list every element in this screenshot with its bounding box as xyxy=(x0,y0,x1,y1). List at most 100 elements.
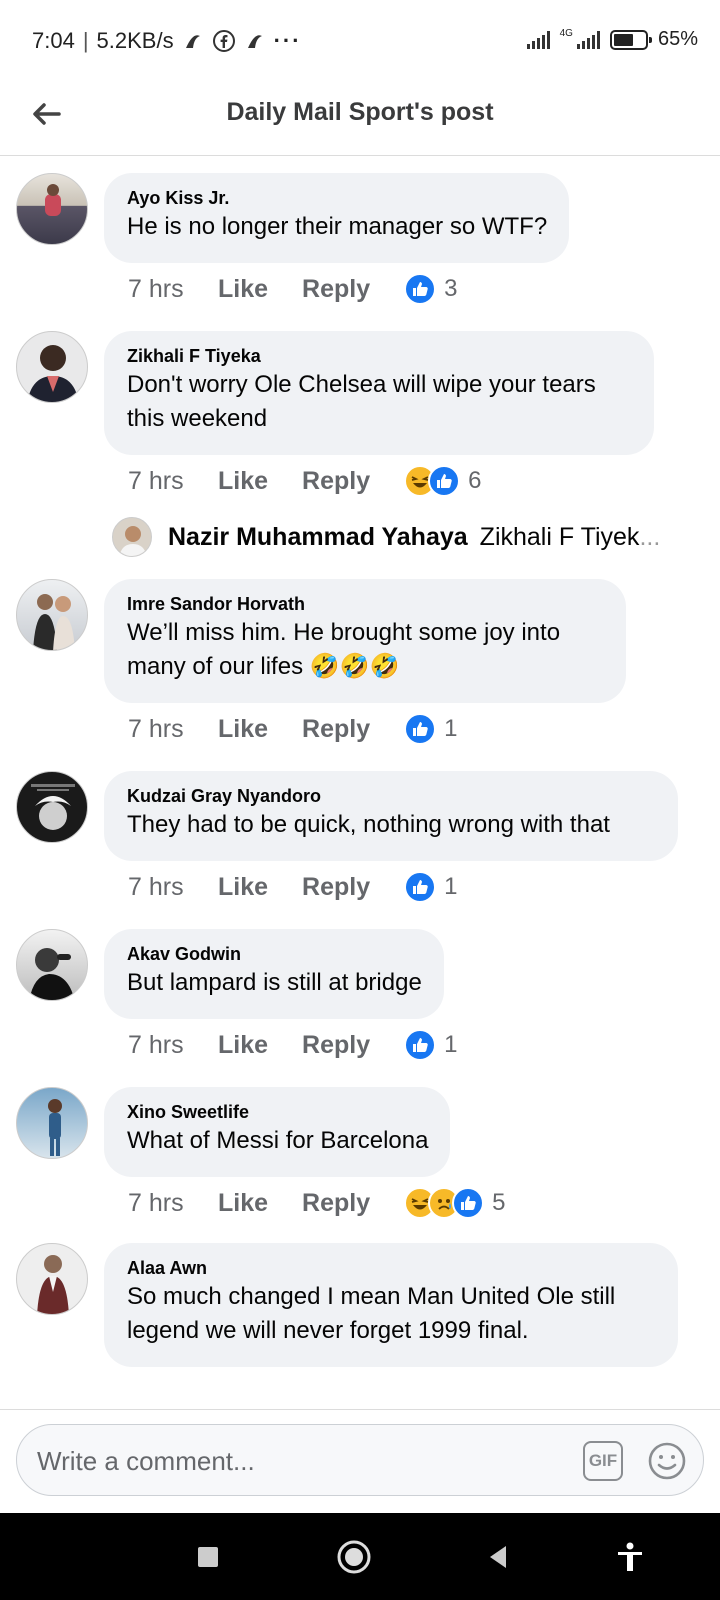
comment-bubble[interactable]: Alaa Awn So much changed I mean Man Unit… xyxy=(104,1243,678,1367)
reply-button[interactable]: Reply xyxy=(302,715,370,744)
header: Daily Mail Sport's post xyxy=(0,84,720,156)
reply-button[interactable]: Reply xyxy=(302,1189,370,1218)
reaction-count: 5 xyxy=(492,1189,506,1216)
avatar[interactable] xyxy=(16,173,88,245)
comment-meta: 7 hrs Like Reply 1 xyxy=(128,713,457,745)
comment-input-container[interactable]: GIF xyxy=(16,1424,704,1496)
comment-time[interactable]: 7 hrs xyxy=(128,715,218,744)
notification-app-icon xyxy=(185,35,200,48)
reaction-count: 3 xyxy=(444,275,458,302)
avatar[interactable] xyxy=(16,331,88,403)
circle-icon xyxy=(337,1540,371,1574)
comment-bubble[interactable]: Xino Sweetlife What of Messi for Barcelo… xyxy=(104,1087,451,1177)
reply-author: Nazir Muhammad Yahaya xyxy=(168,522,468,551)
like-reaction-icon xyxy=(428,465,461,497)
comment-text: They had to be quick, nothing wrong with… xyxy=(127,811,610,838)
comment-text: We’ll miss him. He brought some joy into… xyxy=(127,619,561,680)
comment-author[interactable]: Imre Sandor Horvath xyxy=(127,592,604,616)
more-notifications-icon: ··· xyxy=(273,28,302,53)
system-nav-bar xyxy=(0,1513,720,1600)
avatar[interactable] xyxy=(16,771,88,843)
network-type: 4G xyxy=(559,27,573,39)
comment-time[interactable]: 7 hrs xyxy=(128,467,218,496)
comment-author[interactable]: Kudzai Gray Nyandoro xyxy=(127,784,656,808)
reactions[interactable]: 3 xyxy=(404,273,457,305)
reaction-count: 6 xyxy=(468,467,482,494)
like-button[interactable]: Like xyxy=(218,275,268,304)
reply-button[interactable]: Reply xyxy=(302,275,370,304)
comment-meta: 7 hrs Like Reply 1 xyxy=(128,871,457,903)
battery-icon xyxy=(609,29,652,50)
comment-input[interactable] xyxy=(37,1439,557,1483)
comment-meta: 7 hrs Like Reply 5 xyxy=(128,1187,505,1219)
comment-bubble[interactable]: Zikhali F Tiyeka Don't worry Ole Chelsea… xyxy=(104,331,654,455)
comment-bubble[interactable]: Akav Godwin But lampard is still at brid… xyxy=(104,929,444,1019)
like-reaction-icon xyxy=(404,713,437,745)
back-nav-button[interactable] xyxy=(476,1535,520,1579)
notification-app-icon-2 xyxy=(247,35,262,48)
like-button[interactable]: Like xyxy=(218,467,268,496)
like-reaction-icon xyxy=(404,1029,437,1061)
comment-meta: 7 hrs Like Reply 3 xyxy=(128,273,457,305)
avatar[interactable] xyxy=(16,1087,88,1159)
reactions[interactable]: 1 xyxy=(404,1029,457,1061)
reply-avatar xyxy=(112,517,152,557)
status-left: 7:04 | 5.2KB/s ··· xyxy=(32,28,302,53)
recent-apps-button[interactable] xyxy=(186,1535,230,1579)
reply-preview[interactable]: Nazir Muhammad Yahaya Zikhali F Tiyek... xyxy=(112,517,660,557)
comment-author[interactable]: Akav Godwin xyxy=(127,942,422,966)
gif-button[interactable]: GIF xyxy=(583,1441,623,1481)
comment-composer: GIF xyxy=(0,1409,720,1513)
reactions[interactable]: 5 xyxy=(404,1187,505,1219)
like-reaction-icon xyxy=(404,871,437,903)
facebook-notification-icon xyxy=(212,30,235,52)
gif-label: GIF xyxy=(588,1451,618,1470)
page-title: Daily Mail Sport's post xyxy=(226,98,494,126)
reactions[interactable]: 1 xyxy=(404,713,457,745)
avatar[interactable] xyxy=(16,929,88,1001)
comment-text: He is no longer their manager so WTF? xyxy=(127,213,548,240)
accessibility-button[interactable] xyxy=(608,1535,652,1579)
comments-list[interactable]: Ayo Kiss Jr. He is no longer their manag… xyxy=(0,157,720,1409)
avatar[interactable] xyxy=(16,579,88,651)
avatar[interactable] xyxy=(16,1243,88,1315)
status-time: 7:04 xyxy=(32,28,75,53)
status-bar: 7:04 | 5.2KB/s ··· 4G 65% xyxy=(0,0,720,84)
like-button[interactable]: Like xyxy=(218,873,268,902)
comment-text: Don't worry Ole Chelsea will wipe your t… xyxy=(127,371,596,432)
battery-percent: 65% xyxy=(657,28,698,50)
comment-time[interactable]: 7 hrs xyxy=(128,873,218,902)
comment-bubble[interactable]: Kudzai Gray Nyandoro They had to be quic… xyxy=(104,771,678,861)
emoji-icon xyxy=(648,1442,686,1480)
reactions[interactable]: 1 xyxy=(404,871,457,903)
comment-author[interactable]: Zikhali F Tiyeka xyxy=(127,344,632,368)
comment-time[interactable]: 7 hrs xyxy=(128,275,218,304)
like-button[interactable]: Like xyxy=(218,1031,268,1060)
comment-time[interactable]: 7 hrs xyxy=(128,1031,218,1060)
comment-bubble[interactable]: Imre Sandor Horvath We’ll miss him. He b… xyxy=(104,579,626,703)
reactions[interactable]: 6 xyxy=(404,465,481,497)
like-reaction-icon xyxy=(452,1187,485,1219)
comment-author[interactable]: Ayo Kiss Jr. xyxy=(127,186,547,210)
network-speed: 5.2KB/s xyxy=(96,28,174,53)
home-button[interactable] xyxy=(332,1535,376,1579)
reply-button[interactable]: Reply xyxy=(302,1031,370,1060)
square-icon xyxy=(198,1547,218,1567)
comment-author[interactable]: Xino Sweetlife xyxy=(127,1100,428,1124)
comment-bubble[interactable]: Ayo Kiss Jr. He is no longer their manag… xyxy=(104,173,570,263)
reply-button[interactable]: Reply xyxy=(302,873,370,902)
comment-time[interactable]: 7 hrs xyxy=(128,1189,218,1218)
accessibility-icon xyxy=(618,1542,642,1571)
comment-author[interactable]: Alaa Awn xyxy=(127,1256,656,1280)
triangle-back-icon xyxy=(490,1546,506,1568)
reply-button[interactable]: Reply xyxy=(302,467,370,496)
emoji-button[interactable] xyxy=(645,1439,689,1483)
like-reaction-icon xyxy=(404,273,437,305)
like-button[interactable]: Like xyxy=(218,1189,268,1218)
like-button[interactable]: Like xyxy=(218,715,268,744)
reaction-count: 1 xyxy=(444,1031,458,1058)
reaction-count: 1 xyxy=(444,715,458,742)
comment-text: But lampard is still at bridge xyxy=(127,969,422,996)
reply-snippet: Zikhali F Tiyek... xyxy=(479,522,661,551)
signal-icon-2 xyxy=(576,30,600,49)
